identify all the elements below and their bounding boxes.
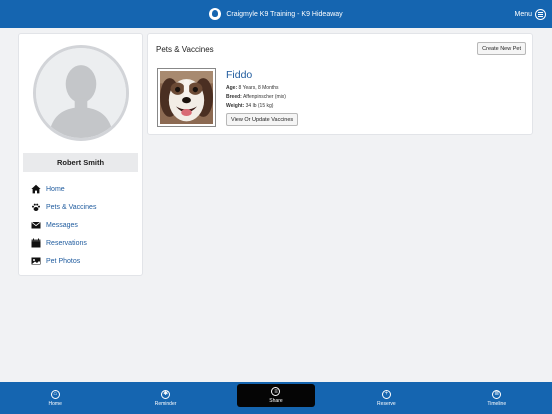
pet-age-value: 8 Years, 8 Months (238, 85, 279, 91)
pet-breed-value: Affenpinscher (mix) (242, 94, 286, 100)
pet-age: Age: 8 Years, 8 Months (226, 85, 279, 91)
sidebar-item-reservations[interactable]: Reservations (31, 234, 96, 252)
sidebar-item-home[interactable]: Home (31, 180, 96, 198)
business-logo-icon (209, 8, 222, 20)
hamburger-icon (535, 8, 546, 20)
section-title: Pets & Vaccines (156, 45, 214, 54)
paw-icon (31, 202, 41, 212)
pet-breed: Breed: Affenpinscher (mix) (226, 94, 286, 100)
pet-weight-label: Weight: (226, 103, 245, 109)
photo-icon (31, 256, 41, 266)
home-circle-icon: ⌂ (50, 389, 60, 399)
tab-timeline[interactable]: ≣ Timeline (458, 382, 536, 414)
calendar-icon (31, 238, 41, 248)
tab-home[interactable]: ⌂ Home (16, 382, 94, 414)
menu-label: Menu (514, 10, 532, 18)
plus-circle-icon: + (381, 389, 391, 399)
menu-button[interactable]: Menu (514, 0, 546, 28)
sidebar-item-label: Home (46, 185, 65, 193)
sidebar-item-messages[interactable]: Messages (31, 216, 96, 234)
person-silhouette-icon (36, 48, 126, 138)
tab-label: Share (269, 398, 283, 404)
sidebar-item-pets-vaccines[interactable]: Pets & Vaccines (31, 198, 96, 216)
sidebar-item-label: Messages (46, 221, 78, 229)
pets-vaccines-card: Pets & Vaccines Create New Pet Fiddo Age… (147, 33, 533, 135)
tab-reminder[interactable]: ✱ Reminder (127, 382, 205, 414)
tab-reserve[interactable]: + Reserve (347, 382, 425, 414)
sidebar-item-pet-photos[interactable]: Pet Photos (31, 252, 96, 270)
profile-card: Robert Smith Home Pets & Vaccines Messag… (18, 33, 143, 276)
share-circle-icon: ≡ (271, 387, 281, 396)
tab-label: Home (48, 400, 62, 407)
pet-weight: Weight: 34 lb (15 kg) (226, 103, 273, 109)
pet-breed-label: Breed: (226, 94, 242, 100)
envelope-icon (31, 220, 41, 230)
pet-photo[interactable] (157, 68, 216, 127)
tab-label: Reminder (154, 400, 177, 407)
home-icon (31, 184, 41, 194)
pet-age-label: Age: (226, 85, 238, 91)
tab-label: Reserve (377, 400, 396, 407)
view-update-vaccines-button[interactable]: View Or Update Vaccines (226, 113, 299, 126)
sidebar-nav: Home Pets & Vaccines Messages Reservatio… (31, 180, 96, 270)
tab-share[interactable]: ≡ Share (236, 384, 315, 407)
sidebar-item-label: Pet Photos (46, 257, 81, 265)
bell-circle-icon: ✱ (161, 389, 171, 399)
tab-label: Timeline (487, 400, 507, 407)
app-title: Craigmyle K9 Training - K9 Hideaway (226, 10, 343, 18)
app-title-group: Craigmyle K9 Training - K9 Hideaway (0, 0, 552, 28)
top-app-bar: Craigmyle K9 Training - K9 Hideaway Menu (0, 0, 552, 28)
sidebar-item-label: Pets & Vaccines (46, 203, 97, 211)
profile-name: Robert Smith (23, 153, 138, 172)
dog-photo-icon (160, 71, 213, 124)
avatar[interactable] (33, 45, 129, 141)
sidebar-item-label: Reservations (46, 239, 87, 247)
timeline-circle-icon: ≣ (492, 389, 502, 399)
create-new-pet-button[interactable]: Create New Pet (477, 42, 526, 55)
pet-name-link[interactable]: Fiddo (226, 69, 252, 81)
pet-weight-value: 34 lb (15 kg) (245, 103, 274, 109)
bottom-tab-bar: ⌂ Home ✱ Reminder ≡ Share + Reserve ≣ Ti… (0, 382, 552, 414)
